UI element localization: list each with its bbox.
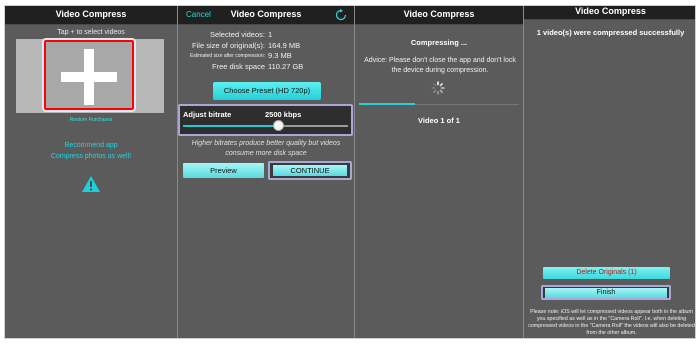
recommend-line-1: Recommend app <box>64 142 118 149</box>
select-hint: Tap + to select videos <box>57 29 125 36</box>
info-row-free-space: Free disk space 110.27 GB <box>212 61 304 71</box>
screen-title: Video Compress <box>230 9 302 19</box>
compression-progress-fill <box>359 103 415 105</box>
screen-title: Video Compress <box>403 9 475 19</box>
camera-roll-note: Please note: iOS will let compressed vid… <box>528 309 695 336</box>
bitrate-label: Adjust bitrate <box>183 110 232 119</box>
bitrate-slider-knob[interactable] <box>273 120 285 131</box>
settings-screen: Cancel Video Compress Selected videos: 1… <box>178 6 354 338</box>
compression-progress-bar <box>359 103 519 105</box>
info-row-selected: Selected videos: 1 <box>209 30 273 39</box>
bitrate-value: 2500 kbps <box>265 110 302 119</box>
video-thumbnail-area <box>16 38 164 113</box>
compressing-status: Compressing ... <box>410 38 468 47</box>
screen-title: Video Compress <box>575 6 646 16</box>
finish-button[interactable]: Finish <box>545 288 667 298</box>
nav-bar: Cancel Video Compress <box>178 6 354 25</box>
preview-button[interactable]: Preview <box>183 163 264 178</box>
finish-button-highlight: Finish <box>541 285 671 300</box>
spinner-icon <box>431 81 445 95</box>
restore-purchases-link[interactable]: Restore Purchases <box>5 117 177 123</box>
screenshot-frame: Video Compress Tap + to select videos Re… <box>4 5 696 339</box>
bitrate-slider-fill <box>183 125 279 127</box>
success-message: 1 video(s) were compressed successfully <box>536 28 685 37</box>
info-row-original-size: File size of original(s): 164.9 MB <box>192 40 301 50</box>
advice-text: Advice: Please don't close the app and d… <box>364 57 516 74</box>
delete-originals-button[interactable]: Delete Originals (1) <box>543 267 670 279</box>
add-video-button[interactable] <box>42 38 136 112</box>
nav-bar: Video Compress <box>524 6 695 20</box>
file-info: Selected videos: 1 File size of original… <box>178 30 354 72</box>
bitrate-slider[interactable] <box>183 125 348 127</box>
compressing-screen: Video Compress Compressing ... Advice: P… <box>355 6 523 338</box>
warning-icon[interactable] <box>82 176 100 192</box>
select-videos-screen: Video Compress Tap + to select videos Re… <box>5 6 177 338</box>
screen-title: Video Compress <box>55 9 127 19</box>
recommend-app-link[interactable]: Recommend app Compress photos as well! <box>5 140 177 162</box>
continue-button-highlight: CONTINUE <box>268 161 352 180</box>
bitrate-note: Higher bitrates produce better quality b… <box>191 140 341 157</box>
recommend-line-2: Compress photos as well! <box>50 153 132 160</box>
video-counter: Video 1 of 1 <box>418 116 460 125</box>
nav-bar: Video Compress <box>5 6 177 25</box>
nav-bar: Video Compress <box>355 6 523 25</box>
info-row-estimated-size: Estimated size after compression: 9.3 MB <box>189 51 292 60</box>
bitrate-control: Adjust bitrate 2500 kbps <box>178 104 353 136</box>
done-screen: Video Compress 1 video(s) were compresse… <box>524 6 695 338</box>
refresh-icon[interactable] <box>335 9 347 21</box>
choose-preset-button[interactable]: Choose Preset (HD 720p) <box>213 82 321 100</box>
continue-button[interactable]: CONTINUE <box>273 165 347 176</box>
